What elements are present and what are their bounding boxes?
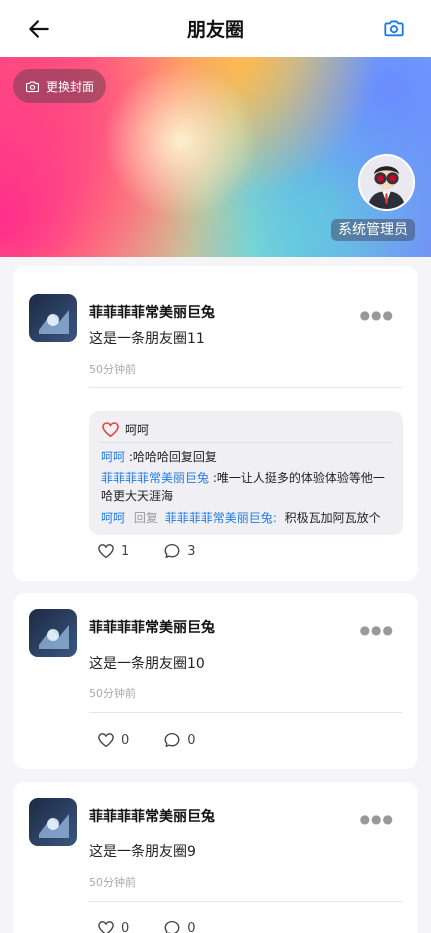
camera-icon[interactable]	[383, 17, 405, 39]
author-name[interactable]: 菲菲菲菲常美丽巨兔	[89, 806, 215, 826]
like-button[interactable]: 1	[97, 542, 129, 560]
post-actions: 0 0	[97, 919, 230, 933]
post-actions: 1 3	[97, 542, 230, 560]
comment-item[interactable]: 呵呵 回复 菲菲菲菲常美丽巨兔: 积极瓦加阿瓦放个	[101, 509, 391, 527]
like-count: 0	[121, 732, 130, 748]
comment-user[interactable]: 呵呵	[101, 450, 125, 464]
comment-text: 积极瓦加阿瓦放个	[284, 511, 381, 525]
page-title: 朋友圈	[186, 19, 244, 41]
like-count: 0	[121, 920, 130, 933]
comment-icon	[164, 543, 180, 559]
divider	[89, 901, 402, 902]
comment-box: 呵呵 呵呵 :哈哈哈回复回复 菲菲菲菲常美丽巨兔 :唯一让人挺多的体验体验等他一…	[89, 411, 403, 535]
post-card: 菲菲菲菲常美丽巨兔 ●●● 这是一条朋友圈10 50分钟前 0 0	[13, 593, 418, 769]
comment-item[interactable]: 呵呵 :哈哈哈回复回复	[101, 448, 391, 466]
divider	[89, 712, 402, 713]
post-card: 菲菲菲菲常美丽巨兔 ●●● 这是一条朋友圈9 50分钟前 0 0	[13, 782, 418, 933]
comment-button[interactable]: 0	[163, 731, 196, 749]
post-card: 菲菲菲菲常美丽巨兔 ●●● 这是一条朋友圈11 50分钟前 呵呵 呵呵 :哈哈哈…	[13, 266, 418, 581]
post-time: 50分钟前	[89, 876, 136, 889]
author-avatar[interactable]	[29, 609, 77, 657]
liked-by-name[interactable]: 呵呵	[125, 421, 149, 438]
comment-count: 0	[187, 920, 196, 933]
cover-image: 更换封面 系统管理员	[0, 57, 431, 257]
change-cover-label: 更换封面	[46, 79, 95, 94]
comment-text: :哈哈哈回复回复	[128, 450, 217, 464]
comment-icon	[164, 732, 180, 748]
camera-icon	[26, 80, 39, 92]
heart-icon	[98, 544, 114, 559]
post-text: 这是一条朋友圈10	[89, 656, 205, 672]
reply-word: 回复	[133, 511, 158, 525]
back-arrow-icon[interactable]	[26, 16, 52, 42]
like-button[interactable]: 0	[97, 919, 129, 933]
admin-avatar[interactable]	[358, 154, 415, 211]
liked-by-row: 呵呵	[101, 420, 149, 439]
post-actions: 0 0	[97, 731, 230, 749]
post-time: 50分钟前	[89, 687, 136, 700]
divider	[99, 442, 393, 443]
heart-icon	[98, 733, 114, 748]
heart-icon	[98, 921, 114, 933]
post-time: 50分钟前	[89, 363, 136, 376]
more-icon[interactable]: ●●●	[360, 623, 394, 637]
post-text: 这是一条朋友圈9	[89, 844, 196, 860]
comment-user[interactable]: 呵呵	[101, 511, 125, 525]
post-text: 这是一条朋友圈11	[89, 331, 205, 347]
reply-to-user[interactable]: 菲菲菲菲常美丽巨兔:	[165, 511, 277, 525]
comment-item[interactable]: 菲菲菲菲常美丽巨兔 :唯一让人挺多的体验体验等他一哈更大天涯海	[101, 469, 391, 505]
author-name[interactable]: 菲菲菲菲常美丽巨兔	[89, 617, 215, 637]
comment-button[interactable]: 3	[163, 542, 196, 560]
heart-icon	[102, 422, 119, 438]
divider	[89, 387, 402, 388]
comment-count: 3	[187, 543, 196, 559]
change-cover-button[interactable]: 更换封面	[13, 69, 107, 103]
like-button[interactable]: 0	[97, 731, 129, 749]
author-name[interactable]: 菲菲菲菲常美丽巨兔	[89, 302, 215, 322]
more-icon[interactable]: ●●●	[360, 812, 394, 826]
more-icon[interactable]: ●●●	[360, 308, 394, 322]
like-count: 1	[121, 543, 130, 559]
author-avatar[interactable]	[29, 294, 77, 342]
comment-icon	[164, 920, 180, 933]
comment-user[interactable]: 菲菲菲菲常美丽巨兔	[101, 471, 209, 485]
admin-name: 系统管理员	[331, 219, 415, 241]
comment-button[interactable]: 0	[163, 919, 196, 933]
top-bar: 朋友圈	[0, 0, 431, 57]
comment-count: 0	[187, 732, 196, 748]
author-avatar[interactable]	[29, 798, 77, 846]
